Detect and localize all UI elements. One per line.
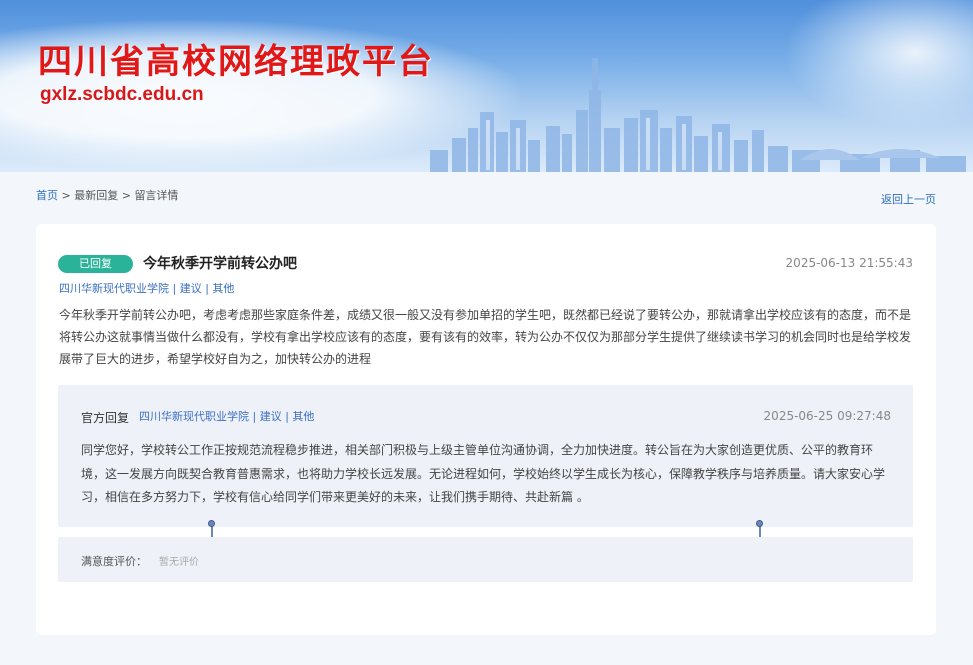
reply-label: 官方回复 (81, 411, 130, 425)
handle-knob-top (756, 520, 763, 527)
breadcrumb-separator: > (58, 189, 75, 202)
message-card: 已回复 今年秋季开学前转公办吧 2025-06-13 21:55:43 四川华新… (36, 224, 936, 635)
rating-label: 满意度评价： (81, 555, 147, 568)
header-banner: 四川省高校网络理政平台 gxlz.scbdc.edu.cn (0, 0, 973, 172)
rating-value: 暂无评价 (159, 557, 199, 568)
site-title: 四川省高校网络理政平台 (38, 42, 434, 82)
breadcrumb: 首页 > 最新回复 > 留言详情 (36, 187, 178, 203)
breadcrumb-current: 留言详情 (134, 189, 179, 202)
handle-knob-top (208, 520, 215, 527)
reply-body: 同学您好，学校转公工作正按规范流程稳步推进，相关部门积极与上级主管单位沟通协调，… (81, 443, 886, 504)
reply-meta[interactable]: 四川华新现代职业学院 | 建议 | 其他 (139, 408, 314, 424)
site-domain: gxlz.scbdc.edu.cn (40, 84, 204, 105)
breadcrumb-latest: 最新回复 (74, 189, 119, 202)
rating-panel: 满意度评价： 暂无评价 (58, 537, 913, 582)
official-reply-panel: 官方回复 四川华新现代职业学院 | 建议 | 其他 2025-06-25 09:… (58, 385, 913, 527)
status-badge: 已回复 (58, 255, 133, 273)
message-time: 2025-06-13 21:55:43 (785, 256, 913, 270)
reply-time: 2025-06-25 09:27:48 (763, 409, 891, 423)
message-body: 今年秋季开学前转公办吧，考虑考虑那些家庭条件差，成绩又很一般又没有参加单招的学生… (59, 308, 912, 366)
message-title: 今年秋季开学前转公办吧 (143, 256, 297, 272)
message-meta[interactable]: 四川华新现代职业学院 | 建议 | 其他 (59, 280, 234, 296)
back-link[interactable]: 返回上一页 (881, 191, 936, 207)
breadcrumb-home-link[interactable]: 首页 (36, 189, 58, 202)
breadcrumb-separator: > (118, 189, 135, 202)
